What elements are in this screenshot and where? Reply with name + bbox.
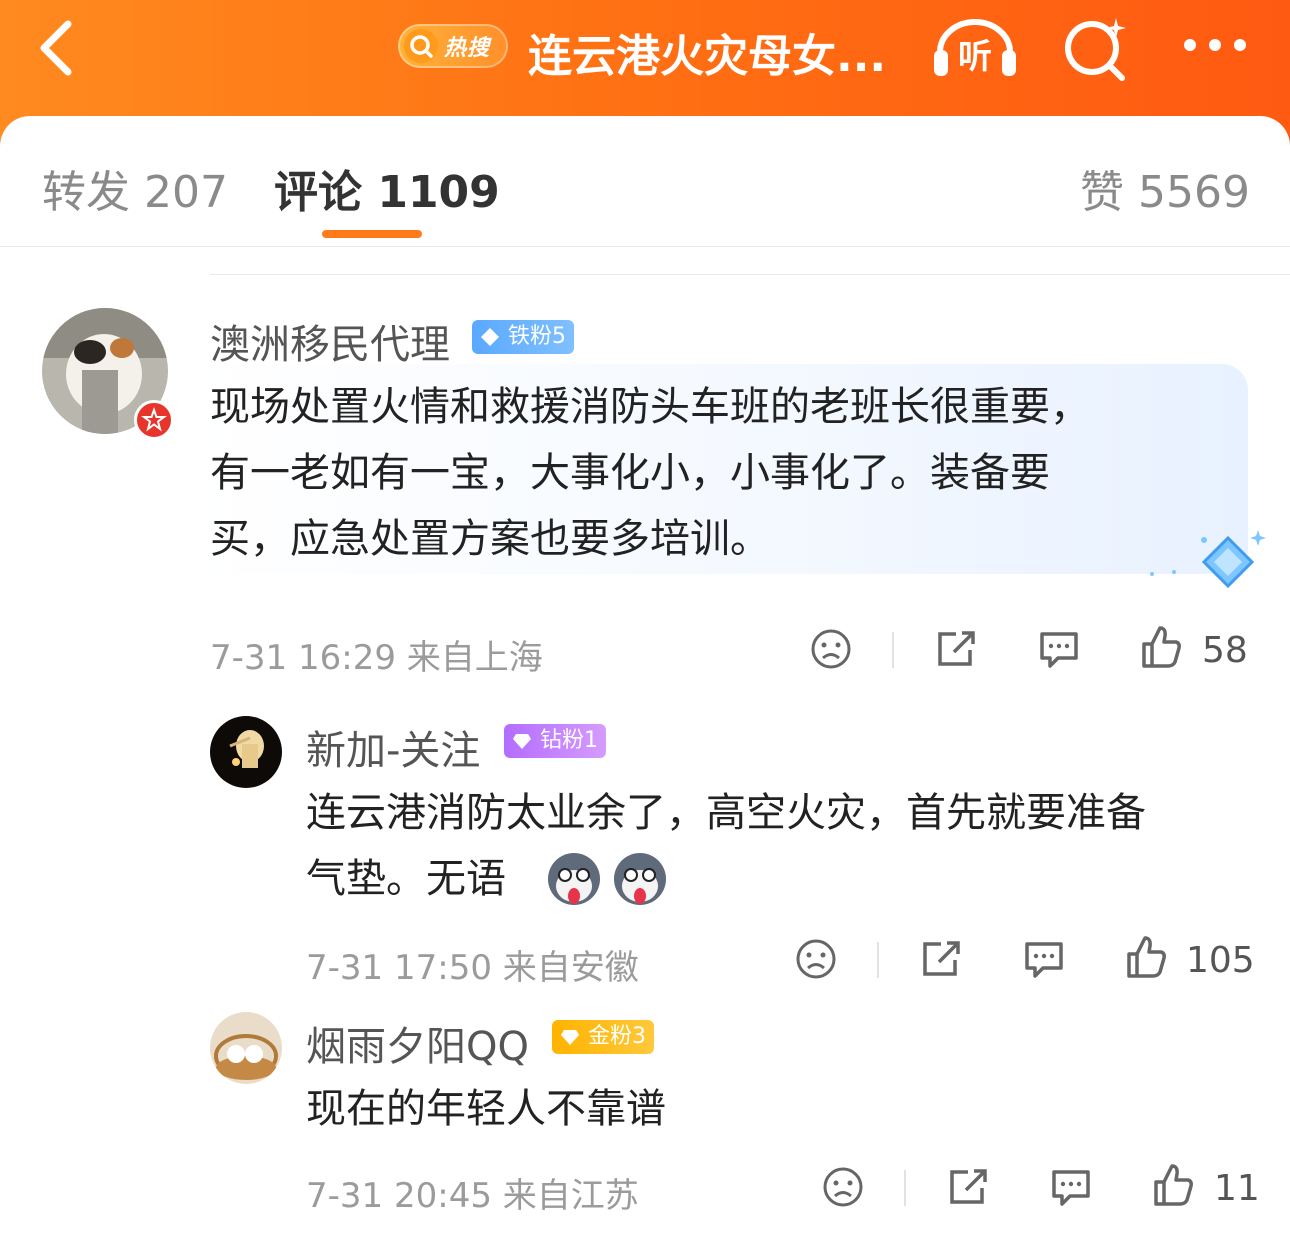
diamond-icon <box>481 328 499 346</box>
sad-face-icon <box>823 1167 863 1207</box>
tab-bar: 转发 207 评论 1109 赞 5569 <box>0 116 1290 247</box>
chevron-left-icon <box>40 20 72 76</box>
comments-panel: 转发 207 评论 1109 赞 5569 澳洲移民代理 铁粉5 现场处置火情和… <box>0 116 1290 1234</box>
reply-button[interactable] <box>1023 938 1065 984</box>
comment-icon <box>1040 632 1078 668</box>
comment-time: 7-31 20:45 <box>306 1176 492 1216</box>
search-sparkle-icon <box>1065 18 1126 81</box>
more-button[interactable] <box>1180 36 1250 56</box>
comment-time: 7-31 17:50 <box>306 948 492 988</box>
headphones-icon: 听 <box>934 19 1016 77</box>
tab-likes[interactable]: 赞 5569 <box>1080 156 1250 220</box>
reply-button[interactable] <box>1050 1166 1092 1212</box>
kittens-basket-avatar-icon <box>210 1012 282 1084</box>
like-button[interactable] <box>1125 934 1167 984</box>
page-title: 连云港火灾母女... <box>528 31 887 82</box>
avatar[interactable] <box>210 1012 282 1084</box>
share-button[interactable] <box>919 938 963 984</box>
like-count: 11 <box>1214 1168 1260 1209</box>
share-icon <box>938 631 975 666</box>
comment-location: 来自上海 <box>406 638 543 678</box>
tab-label: 转发 <box>42 167 130 218</box>
diamond-decoration-icon <box>1150 530 1266 589</box>
comment-text-line: 有一老如有一宝，大事化小，小事化了。装备要 <box>210 450 1050 496</box>
dislike-button[interactable] <box>810 628 852 674</box>
comment-text-line: 买，应急处置方案也要多培训。 <box>210 516 770 562</box>
share-icon <box>950 1169 987 1204</box>
divider <box>877 942 879 978</box>
diamond-icon <box>561 1030 579 1045</box>
fan-badge-label: 金粉3 <box>588 1024 646 1049</box>
comment-meta: 7-31 17:50 来自安徽 <box>306 940 639 989</box>
divider <box>210 274 1290 275</box>
share-icon <box>923 941 960 976</box>
thumbs-up-icon <box>1127 936 1166 978</box>
avatar[interactable] <box>210 716 282 788</box>
comment-text-line: 气垫。无语 <box>306 856 506 902</box>
tab-reposts[interactable]: 转发 207 <box>42 156 228 220</box>
tab-label: 赞 <box>1080 167 1124 218</box>
comment-icon <box>1025 942 1063 978</box>
comment-location: 来自安徽 <box>502 948 639 988</box>
sad-face-icon <box>796 939 836 979</box>
reply-button[interactable] <box>1038 628 1080 674</box>
like-count: 58 <box>1202 630 1248 671</box>
search-button[interactable] <box>1060 14 1130 84</box>
comment-username[interactable]: 澳洲移民代理 <box>210 312 450 370</box>
tab-count: 207 <box>144 167 228 218</box>
tab-comments[interactable]: 评论 1109 <box>274 156 500 220</box>
fan-badge: 钻粉1 <box>504 724 606 758</box>
comment-username[interactable]: 新加-关注 <box>306 718 480 776</box>
tab-label: 评论 <box>274 167 362 218</box>
more-dot-icon <box>1234 39 1246 51</box>
like-button[interactable] <box>1152 1162 1194 1212</box>
tab-count: 5569 <box>1138 167 1250 218</box>
comment-meta: 7-31 20:45 来自江苏 <box>306 1168 639 1217</box>
listen-button[interactable]: 听 <box>930 16 1020 80</box>
like-button[interactable] <box>1140 624 1182 674</box>
search-icon <box>404 29 438 63</box>
fan-badge-label: 铁粉5 <box>508 324 566 349</box>
comment-text-line: 现场处置火情和救援消防头车班的老班长很重要， <box>210 384 1090 430</box>
comment-text-line: 现在的年轻人不靠谱 <box>306 1086 666 1132</box>
back-button[interactable] <box>30 18 90 78</box>
verified-badge-icon <box>134 400 174 440</box>
hot-label: 热搜 <box>444 36 491 61</box>
hot-search-badge[interactable]: 热搜 <box>398 24 508 68</box>
share-button[interactable] <box>934 628 978 674</box>
comment-text-line: 连云港消防太业余了，高空火灾，首先就要准备 <box>306 790 1146 836</box>
dislike-button[interactable] <box>822 1166 864 1212</box>
candle-avatar-icon <box>210 716 282 788</box>
thumbs-up-icon <box>1142 626 1181 668</box>
dislike-button[interactable] <box>795 938 837 984</box>
listen-label: 听 <box>958 37 992 77</box>
fan-badge: 铁粉5 <box>472 320 574 354</box>
comment-icon <box>1052 1170 1090 1206</box>
sad-face-icon <box>811 629 851 669</box>
thumbs-up-icon <box>1154 1164 1193 1206</box>
more-dot-icon <box>1184 39 1196 51</box>
tab-count: 1109 <box>377 167 500 218</box>
husky-emoji-icon <box>548 853 666 905</box>
comment-username[interactable]: 烟雨夕阳QQ <box>306 1014 529 1072</box>
comment-time: 7-31 16:29 <box>210 638 396 678</box>
divider <box>892 632 894 668</box>
diamond-icon <box>513 734 531 749</box>
share-button[interactable] <box>946 1166 990 1212</box>
active-tab-indicator <box>322 230 422 238</box>
more-dot-icon <box>1209 39 1221 51</box>
divider <box>904 1170 906 1206</box>
fan-badge: 金粉3 <box>552 1020 654 1054</box>
comment-meta: 7-31 16:29 来自上海 <box>210 630 543 679</box>
like-count: 105 <box>1186 940 1255 981</box>
comment-location: 来自江苏 <box>502 1176 639 1216</box>
fan-badge-label: 钻粉1 <box>540 728 598 753</box>
